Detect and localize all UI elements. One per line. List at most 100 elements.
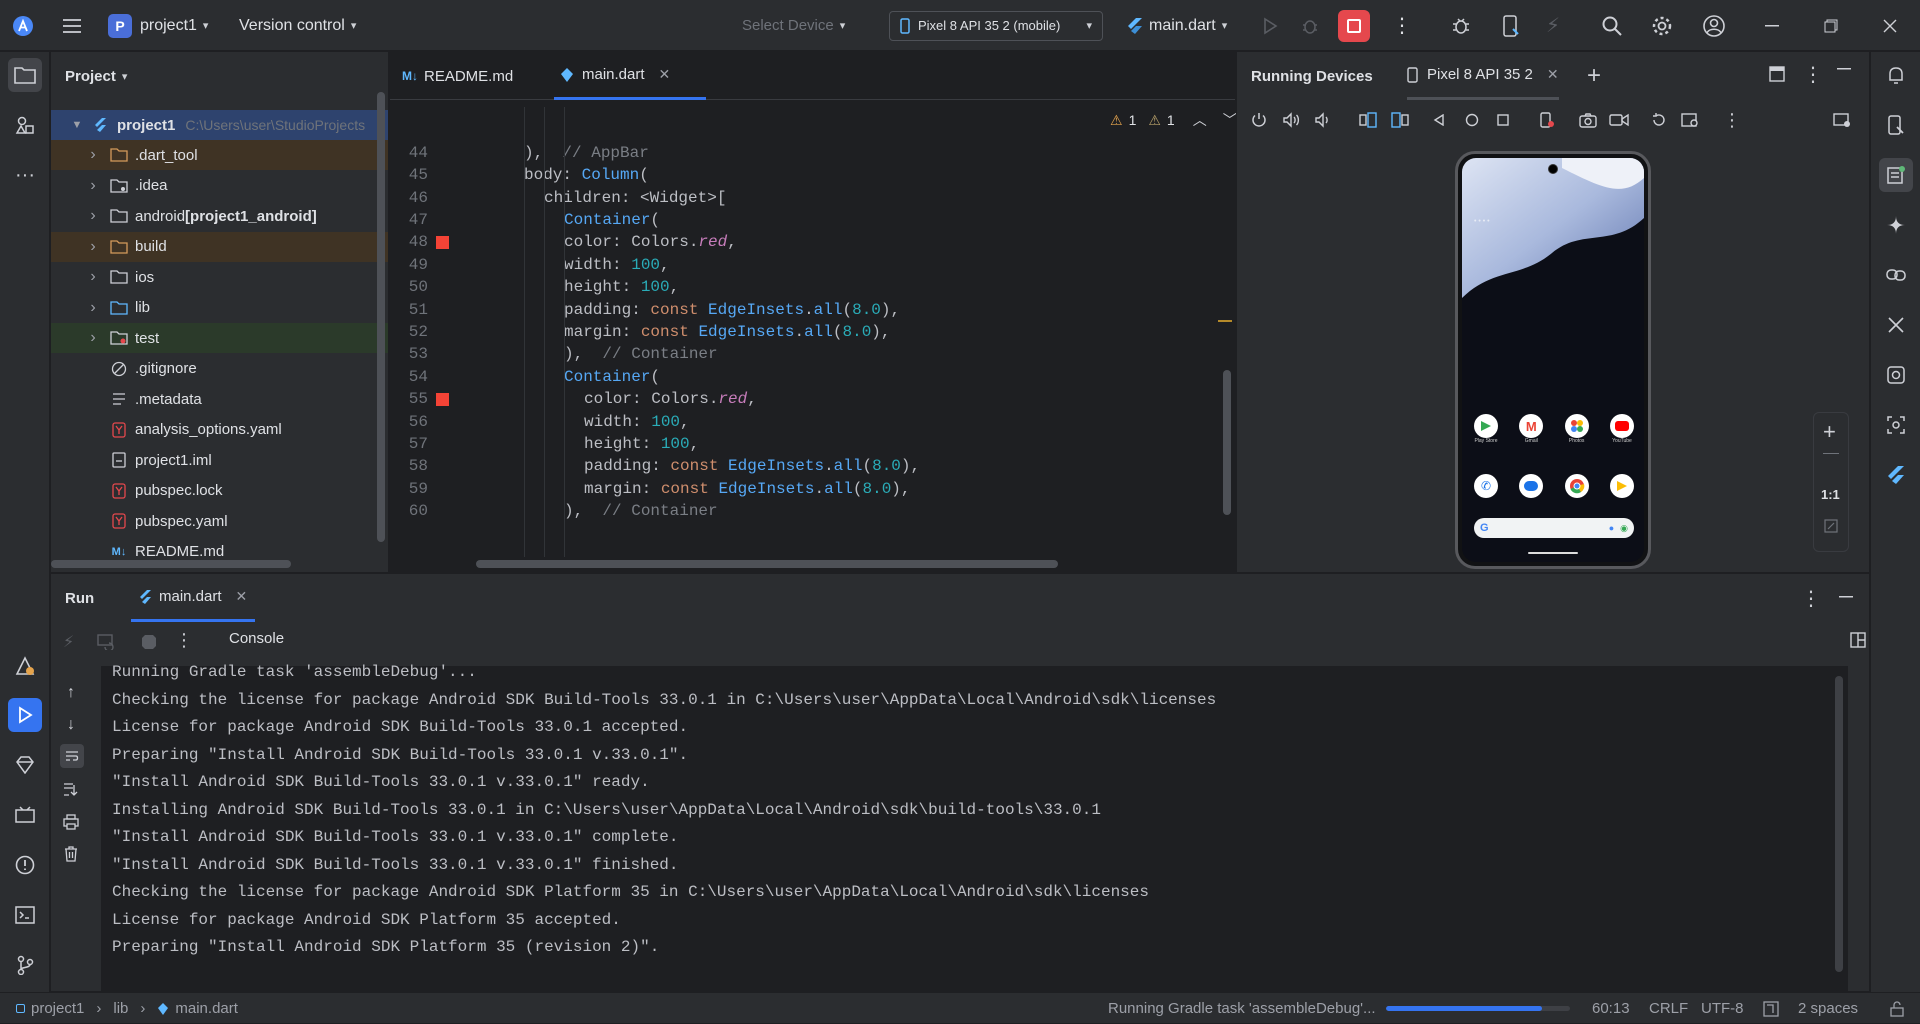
phone-app-icon[interactable]: ✆ <box>1474 474 1498 498</box>
nav-handle[interactable] <box>1528 552 1578 554</box>
close-tab-icon[interactable]: ✕ <box>1547 66 1559 83</box>
line-number[interactable]: 46 <box>390 189 428 207</box>
device-settings-icon[interactable] <box>1681 112 1699 128</box>
restore-window-icon[interactable] <box>1824 0 1838 51</box>
terminal-icon[interactable] <box>8 898 42 932</box>
line-number[interactable]: 58 <box>390 457 428 475</box>
line-number[interactable]: 52 <box>390 323 428 341</box>
line-number[interactable]: 60 <box>390 502 428 520</box>
editor-vertical-scrollbar[interactable] <box>1223 370 1231 515</box>
code-line[interactable]: 60), // Container <box>390 497 1235 525</box>
link-icon[interactable] <box>1879 258 1913 292</box>
chevron-right-icon[interactable]: › <box>85 146 101 164</box>
warning-marker[interactable] <box>1218 320 1232 322</box>
color-swatch-red[interactable] <box>436 392 449 406</box>
running-devices-icon[interactable] <box>1879 158 1913 192</box>
search-bar-widget[interactable]: G ● ◉ <box>1474 518 1634 538</box>
clear-trash-icon[interactable] <box>64 846 78 862</box>
gemini-sparkle-icon[interactable] <box>1879 208 1913 242</box>
home-icon[interactable] <box>1465 113 1479 127</box>
app-inspection-icon[interactable] <box>8 798 42 832</box>
line-number[interactable]: 44 <box>390 144 428 162</box>
account-icon[interactable] <box>1702 0 1726 51</box>
chevron-right-icon[interactable]: › <box>85 299 101 317</box>
device-more-icon[interactable]: ⋮ <box>1723 110 1741 131</box>
apply-changes-icon[interactable]: ⚡ <box>1546 0 1560 51</box>
tree-item[interactable]: .metadata <box>51 384 388 414</box>
stop-button[interactable] <box>1338 0 1370 51</box>
soft-wrap-icon[interactable] <box>60 744 84 768</box>
rotate-right-icon[interactable] <box>1391 112 1409 128</box>
resource-manager-icon[interactable] <box>8 108 42 142</box>
device-selector[interactable]: Pixel 8 API 35 2 (mobile) ▾ <box>889 10 1103 41</box>
run-more-icon[interactable]: ⋮ <box>1801 586 1821 611</box>
tree-item[interactable]: › test <box>51 323 388 353</box>
rotate-left-icon[interactable] <box>1359 112 1377 128</box>
line-number[interactable]: 59 <box>390 480 428 498</box>
problems-icon[interactable] <box>8 848 42 882</box>
run-icon[interactable] <box>1261 0 1279 51</box>
chevron-right-icon[interactable]: › <box>85 329 101 347</box>
app-quality-insights-icon[interactable] <box>8 649 42 683</box>
select-device-dropdown[interactable]: Select Device ▾ <box>742 0 845 51</box>
chevron-right-icon[interactable]: › <box>85 238 101 256</box>
print-icon[interactable] <box>63 814 79 830</box>
scroll-up-icon[interactable]: ↑ <box>67 684 75 702</box>
run-tool-icon[interactable] <box>8 698 42 732</box>
stop-run-icon[interactable] <box>141 634 157 650</box>
tools-wrench-icon[interactable] <box>1879 308 1913 342</box>
line-number[interactable]: 48 <box>390 233 428 251</box>
camera-screenshot-icon[interactable] <box>1579 112 1597 128</box>
project-vertical-scrollbar[interactable] <box>377 92 385 542</box>
tree-item[interactable]: .gitignore <box>51 354 388 384</box>
run-toolbar-more-icon[interactable]: ⋮ <box>175 630 193 651</box>
file-encoding[interactable]: UTF-8 <box>1701 993 1744 1024</box>
debug-icon[interactable] <box>1301 0 1319 51</box>
version-control-menu[interactable]: Version control ▾ <box>239 0 356 51</box>
line-number[interactable]: 57 <box>390 435 428 453</box>
gem-services-icon[interactable] <box>8 748 42 782</box>
project-tool-folder-icon[interactable] <box>8 58 42 92</box>
background-task-label[interactable]: Running Gradle task 'assembleDebug'... <box>1108 993 1376 1024</box>
screen-record-icon[interactable] <box>1609 112 1629 128</box>
tree-item[interactable]: analysis_options.yaml <box>51 415 388 445</box>
cursor-position[interactable]: 60:13 <box>1592 993 1630 1024</box>
console-scrollbar[interactable] <box>1835 676 1843 972</box>
search-icon[interactable] <box>1601 0 1623 51</box>
add-device-icon[interactable]: + <box>1587 62 1601 90</box>
tree-item[interactable]: › android [project1_android] <box>51 201 388 231</box>
line-number[interactable]: 55 <box>390 390 428 408</box>
tree-item[interactable]: project1.iml <box>51 445 388 475</box>
chevron-right-icon[interactable]: › <box>85 177 101 195</box>
run-config-selector[interactable]: main.dart ▾ <box>1127 0 1227 51</box>
volume-down-icon[interactable] <box>1315 112 1331 128</box>
play-app-icon[interactable] <box>1609 474 1634 498</box>
app-info-icon[interactable] <box>1539 112 1555 128</box>
close-window-icon[interactable] <box>1883 0 1897 51</box>
lock-icon[interactable] <box>1890 993 1904 1024</box>
zoom-actual-size[interactable]: 1:1 <box>1821 487 1840 502</box>
device-tab[interactable]: Pixel 8 API 35 2 ✕ <box>1407 52 1559 100</box>
hot-restart-icon[interactable] <box>97 634 115 650</box>
breadcrumb-project[interactable]: project1 <box>31 1000 84 1017</box>
play-store-app-icon[interactable]: Play Store <box>1474 414 1498 454</box>
more-tools-icon[interactable]: ··· <box>8 158 42 192</box>
layout-inspector-icon[interactable] <box>1879 408 1913 442</box>
youtube-app-icon[interactable]: YouTube <box>1609 414 1634 454</box>
layout-toggle-icon[interactable] <box>1850 632 1866 648</box>
minimize-window-icon[interactable] <box>1765 0 1779 51</box>
hot-reload-icon[interactable]: ⚡ <box>63 632 74 652</box>
git-branch-icon[interactable] <box>8 948 42 982</box>
close-tab-icon[interactable]: ✕ <box>236 588 248 605</box>
line-number[interactable]: 45 <box>390 166 428 184</box>
flutter-inspector-icon[interactable] <box>1879 458 1913 492</box>
task-progress-bar[interactable] <box>1386 993 1570 1024</box>
more-actions-icon[interactable]: ⋮ <box>1392 0 1412 51</box>
overview-icon[interactable] <box>1497 114 1509 126</box>
device-manager-icon[interactable] <box>1502 0 1520 51</box>
zoom-in-icon[interactable]: + <box>1823 419 1836 445</box>
tree-root-project1[interactable]: ▼ project1 C:\Users\user\StudioProjects <box>51 110 388 140</box>
chevron-right-icon[interactable]: › <box>85 207 101 225</box>
back-icon[interactable] <box>1433 114 1445 126</box>
readonly-toggle-icon[interactable] <box>1763 993 1779 1024</box>
